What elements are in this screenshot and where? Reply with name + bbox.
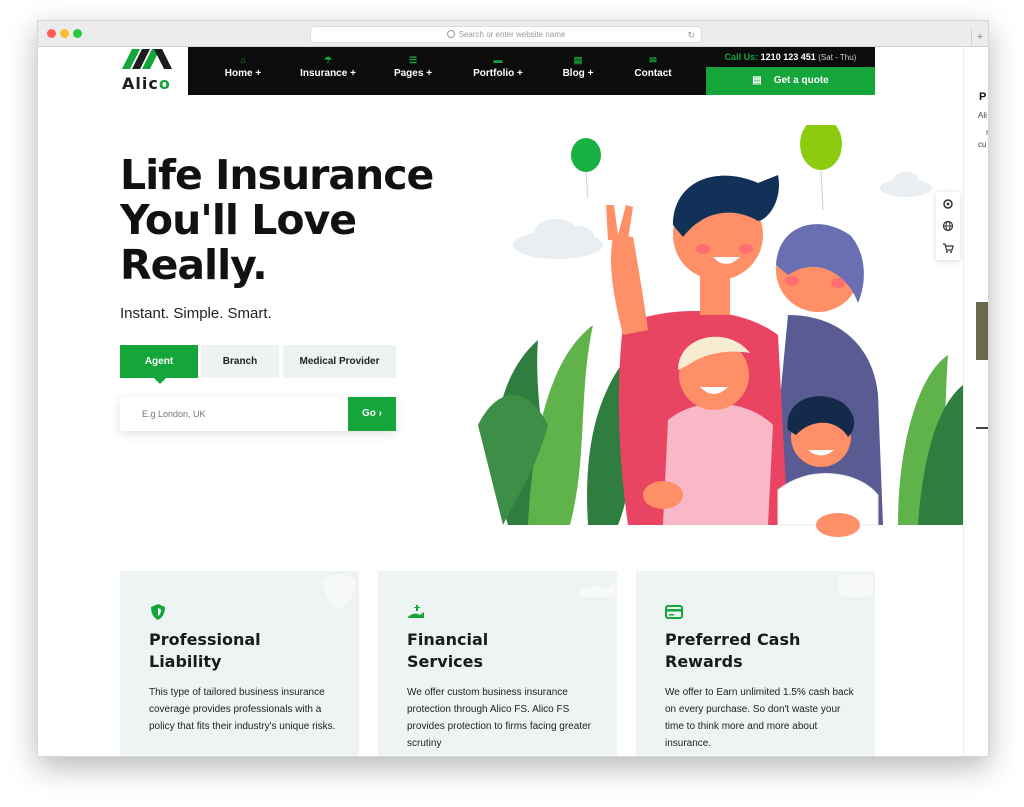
nav-label: Pages + (393, 68, 433, 79)
new-tab-button[interactable]: + (971, 28, 988, 46)
hero-title: Life Insurance You'll Love Really. (120, 151, 434, 289)
nav-label: Blog + (562, 68, 594, 79)
globe-icon[interactable] (942, 220, 954, 232)
tab-agent[interactable]: Agent (120, 345, 198, 384)
shield-watermark-icon (323, 573, 355, 609)
menu-icon: ☰ (408, 55, 418, 65)
nav-item-insurance[interactable]: ☂ Insurance + (288, 54, 368, 79)
card-text: This type of tailored business insurance… (149, 687, 336, 732)
search-icon (446, 30, 455, 38)
call-number[interactable]: 1210 123 451 (761, 52, 816, 62)
quote-label: Get a quote (773, 75, 829, 86)
card-professional-liability[interactable]: Professional Liability This type of tail… (120, 571, 359, 756)
balloon-icon (571, 138, 601, 200)
card-text: We offer to Earn unlimited 1.5% cash bac… (665, 687, 854, 749)
hand-money-watermark-icon (579, 583, 615, 597)
panel-line: Ali (978, 111, 987, 120)
hand-money-icon (408, 605, 424, 618)
browser-toolbar: Search or enter website name ↻ + (38, 21, 988, 47)
nav-item-contact[interactable]: ✉ Contact (618, 54, 688, 79)
address-bar[interactable]: Search or enter website name ↻ (310, 26, 702, 43)
panel-thumbnail[interactable] (976, 302, 988, 360)
hero-subtitle: Instant. Simple. Smart. (120, 305, 272, 322)
location-search-input[interactable] (120, 397, 348, 431)
credit-card-watermark-icon (839, 575, 873, 597)
go-button[interactable]: Go › (348, 397, 396, 431)
address-placeholder: Search or enter website name (458, 30, 566, 39)
panel-line: cu (978, 140, 987, 149)
panel-divider (976, 427, 988, 429)
cart-icon[interactable] (942, 242, 954, 254)
nav-item-blog[interactable]: ▤ Blog + (553, 54, 603, 79)
nav-label: Portfolio + (473, 68, 523, 79)
briefcase-icon: ▬ (493, 55, 503, 65)
credit-card-icon (665, 605, 683, 619)
side-toolbar (936, 192, 960, 260)
tab-branch[interactable]: Branch (201, 345, 279, 378)
card-text: We offer custom business insurance prote… (407, 687, 591, 749)
card-title: Financial Services (407, 630, 489, 671)
nav-label: Contact (634, 68, 672, 79)
call-us-bar: Call Us: 1210 123 451 (Sat - Thu) (706, 47, 875, 67)
umbrella-icon: ☂ (323, 55, 333, 65)
card-financial-services[interactable]: Financial Services We offer custom busin… (378, 571, 617, 756)
nav-item-portfolio[interactable]: ▬ Portfolio + (458, 54, 538, 79)
call-label: Call Us: (724, 52, 759, 62)
call-hours: (Sat - Thu) (818, 53, 857, 62)
maximize-window-button[interactable] (73, 29, 82, 38)
document-icon: ▤ (752, 75, 762, 86)
card-title: Professional Liability (149, 630, 261, 671)
panel-heading: P (979, 91, 987, 103)
shield-icon (151, 604, 165, 620)
location-search: Go › (120, 397, 396, 431)
active-tab-caret-icon (154, 378, 166, 384)
gear-icon[interactable] (942, 198, 954, 210)
panel-line: r (986, 128, 988, 137)
card-title: Preferred Cash Rewards (665, 630, 801, 671)
minimize-window-button[interactable] (60, 29, 69, 38)
web-page: Alico ⌂ Home + ☂ Insurance + ☰ Pages + ▬… (38, 47, 988, 756)
brand-name-accent: o (158, 74, 171, 93)
cloud-icon (513, 219, 603, 259)
reload-icon[interactable]: ↻ (687, 28, 695, 43)
balloon-icon (800, 125, 842, 211)
nav-label: Insurance + (300, 68, 356, 79)
card-preferred-cash-rewards[interactable]: Preferred Cash Rewards We offer to Earn … (636, 571, 875, 756)
tab-label: Medical Provider (299, 356, 380, 367)
nav-label: Home + (224, 68, 262, 79)
browser-window: Search or enter website name ↻ + Alico ⌂… (37, 20, 989, 757)
tab-medical-provider[interactable]: Medical Provider (283, 345, 396, 378)
brand-name[interactable]: Alico (122, 74, 171, 93)
home-icon: ⌂ (240, 55, 246, 65)
nav-item-pages[interactable]: ☰ Pages + (383, 54, 443, 79)
tab-label: Agent (144, 356, 174, 367)
get-a-quote-button[interactable]: ▤ Get a quote (706, 67, 875, 95)
tab-label: Branch (222, 356, 258, 367)
envelope-icon: ✉ (649, 55, 657, 65)
close-window-button[interactable] (47, 29, 56, 38)
document-icon: ▤ (573, 55, 583, 65)
nav-item-home[interactable]: ⌂ Home + (218, 54, 268, 79)
brand-name-main: Alic (122, 74, 159, 93)
right-side-panel: P Ali r cu (963, 47, 988, 756)
family-illustration (478, 125, 963, 537)
cloud-icon (880, 172, 932, 197)
